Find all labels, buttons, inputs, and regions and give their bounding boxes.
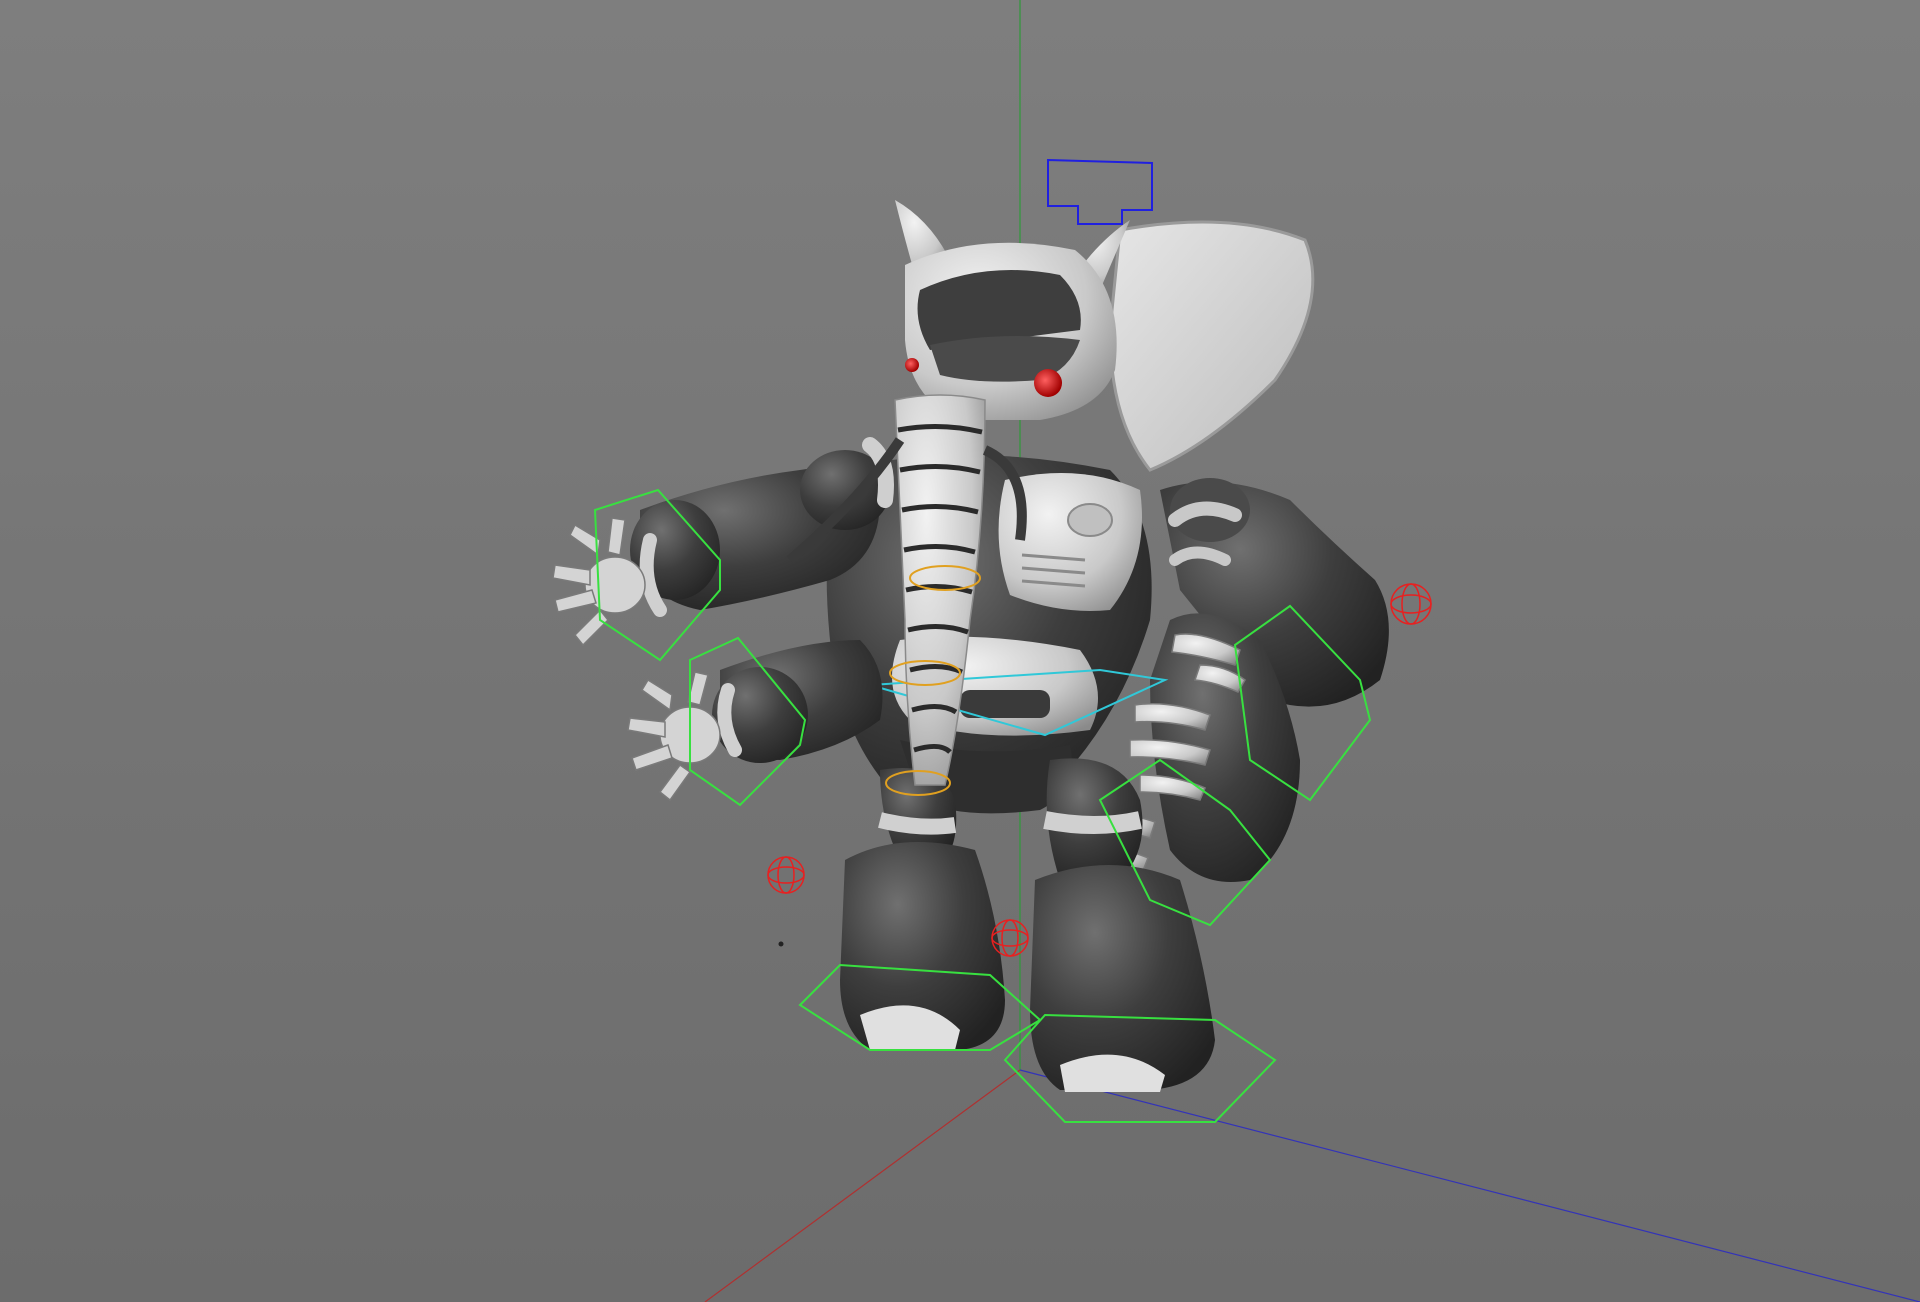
locator-dot	[778, 941, 784, 947]
viewport-canvas[interactable]	[0, 0, 1920, 1302]
3d-viewport[interactable]	[0, 0, 1920, 1302]
right-eye	[1034, 369, 1062, 397]
left-eye	[905, 358, 919, 372]
